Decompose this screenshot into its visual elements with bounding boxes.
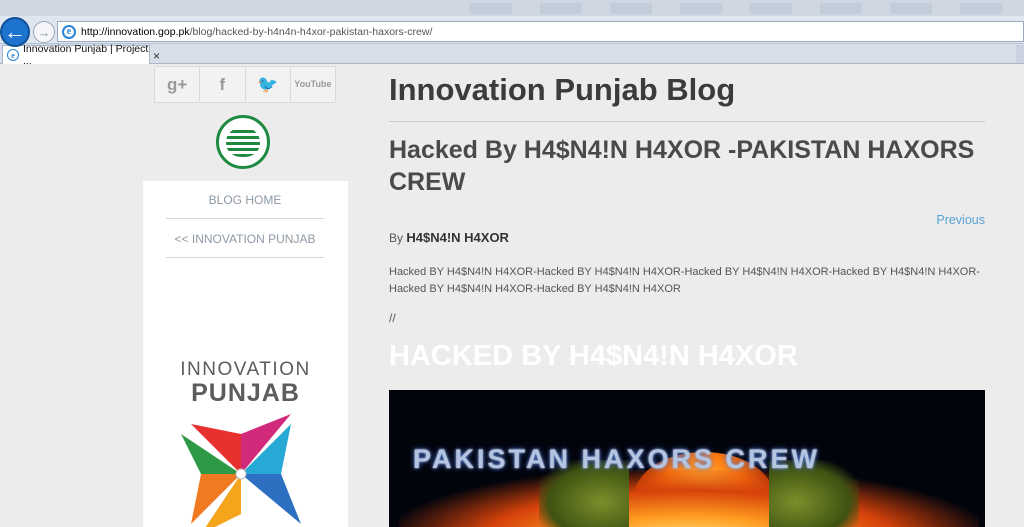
ie-page-icon: e bbox=[62, 24, 76, 39]
back-button[interactable]: ← bbox=[0, 17, 30, 47]
sidebar-item-blog-home[interactable]: BLOG HOME bbox=[166, 181, 324, 219]
blurred-toolbar-item bbox=[820, 3, 862, 14]
logo-text-innovation: INNOVATION bbox=[180, 359, 311, 380]
blurred-toolbar-item bbox=[680, 3, 722, 14]
blurred-toolbar-item bbox=[890, 3, 932, 14]
post-slashes: // bbox=[389, 311, 396, 325]
url-path: /blog/hacked-by-h4n4n-h4xor-pakistan-hax… bbox=[189, 25, 433, 38]
hacked-heading: HACKED BY H4$N4!N H4XOR bbox=[389, 340, 798, 372]
blurred-toolbar-item bbox=[610, 3, 652, 14]
tab-scroll-right[interactable] bbox=[1016, 45, 1024, 63]
blurred-toolbar-item bbox=[540, 3, 582, 14]
post-title: Hacked By H4$N4!N H4XOR -PAKISTAN HAXORS… bbox=[389, 136, 975, 196]
web-page: g+ f 🐦 You Tube BLOG HOME << INNOVATION … bbox=[0, 64, 1024, 527]
twitter-icon[interactable]: 🐦 bbox=[246, 67, 291, 102]
sidebar: BLOG HOME << INNOVATION PUNJAB INNOVATIO… bbox=[143, 181, 348, 527]
post-body-text: Hacked BY H4$N4!N H4XOR-Hacked BY H4$N4!… bbox=[389, 266, 980, 295]
author-name: H4$N4!N H4XOR bbox=[406, 230, 509, 245]
hacker-banner-image: PAKISTAN HAXORS CREW bbox=[389, 390, 985, 527]
youtube-line1: You bbox=[294, 79, 311, 89]
title-divider bbox=[389, 121, 985, 122]
logo-text-punjab: PUNJAB bbox=[191, 379, 300, 407]
address-bar[interactable]: e http://innovation.gop.pk/blog/hacked-b… bbox=[57, 21, 1024, 42]
blurred-toolbar-item bbox=[750, 3, 792, 14]
banner-flame-shape bbox=[399, 470, 979, 527]
forward-button[interactable]: → bbox=[33, 21, 55, 43]
social-bar: g+ f 🐦 You Tube bbox=[154, 66, 336, 103]
blurred-toolbar-item bbox=[960, 3, 1002, 14]
googleplus-icon[interactable]: g+ bbox=[155, 67, 201, 102]
url-host: http://innovation.gop.pk bbox=[81, 25, 190, 38]
browser-top-strip bbox=[0, 0, 1024, 16]
facebook-icon[interactable]: f bbox=[200, 67, 246, 102]
arrow-left-icon: ← bbox=[4, 19, 26, 44]
arrow-right-icon: → bbox=[37, 24, 51, 40]
previous-link[interactable]: Previous bbox=[936, 213, 985, 227]
pinwheel-logo-icon bbox=[181, 414, 301, 527]
tab-close-icon[interactable]: × bbox=[153, 49, 160, 63]
punjab-emblem-icon[interactable] bbox=[216, 115, 270, 169]
banner-text: PAKISTAN HAXORS CREW bbox=[413, 444, 821, 474]
active-tab[interactable]: e Innovation Punjab | Project ... bbox=[2, 43, 150, 67]
blog-title: Innovation Punjab Blog bbox=[389, 72, 736, 107]
byline: By H4$N4!N H4XOR bbox=[389, 230, 509, 245]
blurred-toolbar-item bbox=[470, 3, 512, 14]
youtube-line2: Tube bbox=[310, 79, 332, 89]
url-text: http://innovation.gop.pk/blog/hacked-by-… bbox=[81, 26, 432, 38]
ie-tab-icon: e bbox=[7, 49, 19, 61]
sidebar-item-innovation-punjab[interactable]: << INNOVATION PUNJAB bbox=[166, 220, 324, 258]
by-label: By bbox=[389, 231, 404, 245]
youtube-icon[interactable]: You Tube bbox=[291, 67, 335, 102]
